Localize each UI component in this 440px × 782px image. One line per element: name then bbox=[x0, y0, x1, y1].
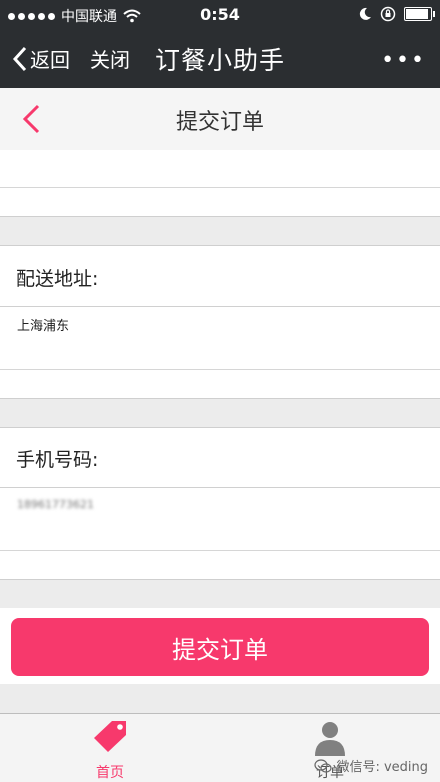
moon-icon bbox=[359, 7, 371, 20]
phone-value: 18961773621 bbox=[17, 498, 94, 511]
submit-area: 提交订单 bbox=[0, 608, 440, 684]
user-icon bbox=[315, 722, 345, 756]
app-title: 订餐小助手 bbox=[155, 46, 286, 75]
status-indicators bbox=[358, 6, 435, 22]
wechat-logo-icon bbox=[314, 758, 333, 773]
status-bar: 中国联通 0:54 bbox=[0, 0, 440, 30]
blank-row bbox=[0, 188, 440, 217]
battery-icon bbox=[404, 7, 435, 21]
chevron-left-icon bbox=[12, 46, 27, 71]
back-label: 返回 bbox=[30, 48, 70, 72]
phone-label: 手机号码: bbox=[16, 449, 99, 471]
tab-bar: 首页 订单 微信号: veding bbox=[0, 713, 440, 782]
wechat-id-watermark: 微信号: veding bbox=[314, 756, 428, 775]
address-label-row: 配送地址: bbox=[0, 245, 440, 308]
tag-icon bbox=[94, 721, 126, 752]
submit-order-button[interactable]: 提交订单 bbox=[11, 618, 429, 676]
watermark-text: 微信号: veding bbox=[336, 760, 428, 775]
address-value: 上海浦东 bbox=[17, 319, 70, 334]
address-field[interactable]: 上海浦东 bbox=[0, 307, 440, 370]
page-header: 提交订单 bbox=[0, 88, 440, 151]
back-button[interactable]: 返回 bbox=[12, 44, 70, 73]
blank-row bbox=[0, 551, 440, 580]
close-button[interactable]: 关闭 bbox=[90, 44, 130, 73]
blank-row bbox=[0, 150, 440, 188]
more-menu-button[interactable]: ••• bbox=[381, 48, 426, 73]
address-label: 配送地址: bbox=[16, 268, 99, 290]
phone-field[interactable]: 18961773621 bbox=[0, 488, 440, 551]
tab-home[interactable]: 首页 bbox=[80, 718, 140, 782]
phone-label-row: 手机号码: bbox=[0, 427, 440, 489]
tab-home-label: 首页 bbox=[96, 765, 124, 781]
wechat-header: 返回 关闭 订餐小助手 ••• bbox=[0, 30, 440, 88]
page-title: 提交订单 bbox=[175, 110, 264, 135]
rotation-lock-icon bbox=[380, 6, 396, 22]
blank-row bbox=[0, 370, 440, 399]
